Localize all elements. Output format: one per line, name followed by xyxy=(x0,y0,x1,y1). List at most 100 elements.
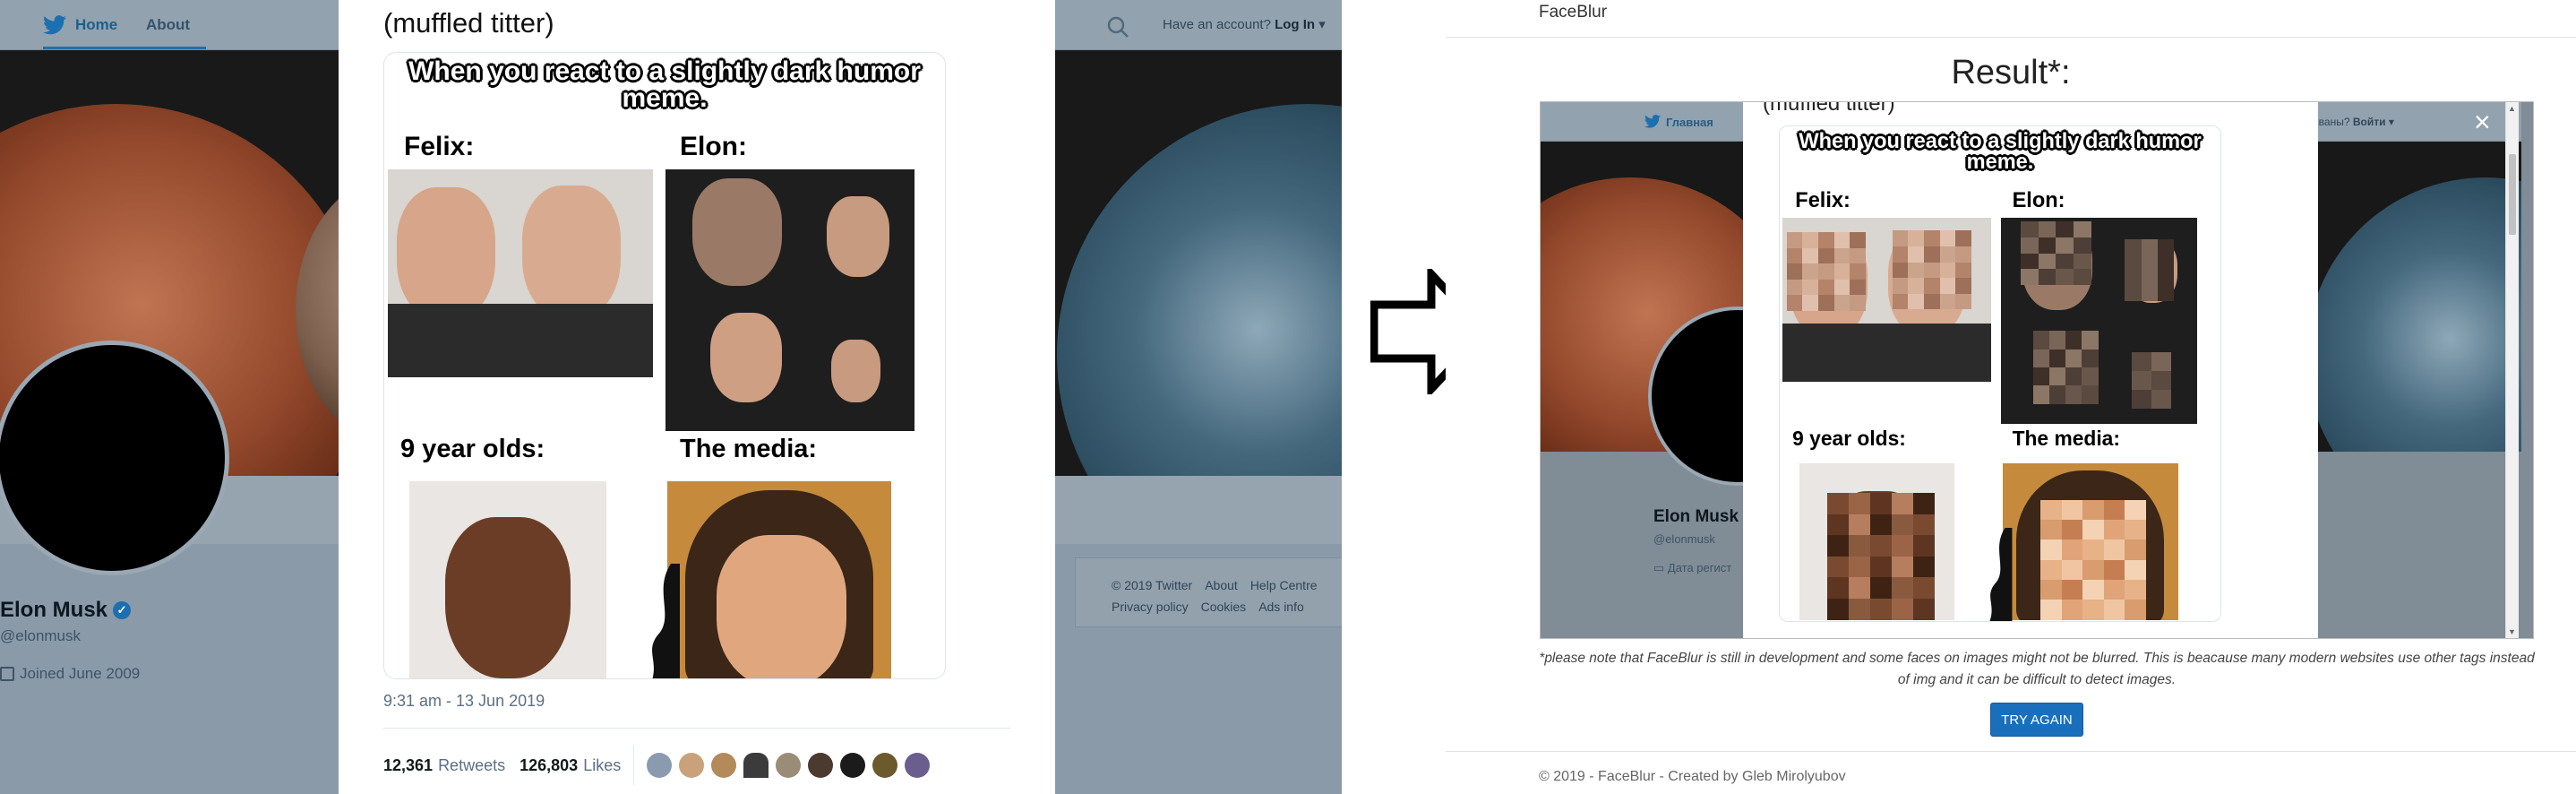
elon-photo xyxy=(665,169,914,431)
brand-link[interactable]: FaceBlur xyxy=(1539,3,1607,22)
felix-photo xyxy=(388,169,653,377)
avatar[interactable] xyxy=(647,753,673,778)
embedded-home: Главная xyxy=(1666,116,1713,129)
meme-label: The media: xyxy=(2012,427,2120,451)
blurred-meme-image: When you react to a slightly dark humor … xyxy=(1779,125,2221,622)
avatar[interactable] xyxy=(905,753,931,778)
avatar[interactable] xyxy=(808,753,834,778)
account-prefix: Have an account? xyxy=(1163,17,1271,32)
footer-divider xyxy=(1446,751,2576,752)
squiggle-icon xyxy=(652,564,680,678)
meme-label: The media: xyxy=(680,435,818,463)
avatar[interactable] xyxy=(711,753,737,778)
tweet-modal: (muffled titter) When you react to a sli… xyxy=(339,0,1055,794)
result-frame[interactable]: Главная ованы? Войти ▾ Elon Musk @elonmu… xyxy=(1540,101,2534,639)
scroll-up-icon[interactable]: ▲ xyxy=(2508,104,2516,113)
embedded-caption: (muffled titter) xyxy=(1763,101,1895,116)
embedded-account-suffix: ованы? xyxy=(2313,116,2350,128)
meme-title: When you react to a slightly dark humor … xyxy=(1799,128,2202,174)
faceblur-navbar: FaceBlur xyxy=(1446,0,2576,38)
embedded-account: ованы? Войти ▾ xyxy=(2313,116,2394,128)
avatar[interactable] xyxy=(679,753,705,778)
result-heading: Result*: xyxy=(1951,54,2071,91)
meme-label: 9 year olds: xyxy=(400,435,545,463)
face xyxy=(692,178,782,286)
blurred-face xyxy=(2040,499,2147,620)
chevron-down-icon: ▾ xyxy=(1318,17,1326,32)
joined-text: Joined June 2009 xyxy=(20,665,141,682)
profile-handle[interactable]: @elonmusk xyxy=(0,627,81,645)
face xyxy=(445,517,571,678)
embedded-login: Войти xyxy=(2352,116,2386,128)
meme-label: 9 year olds: xyxy=(1792,427,1906,451)
footer-row-2: Privacy policy Cookies Ads info xyxy=(1112,596,1342,617)
profile-name[interactable]: Elon Musk ✓ xyxy=(0,598,132,623)
tweet-caption: (muffled titter) xyxy=(383,7,554,39)
face xyxy=(831,340,880,402)
blurred-face xyxy=(2132,351,2171,409)
footer-link[interactable]: Help Centre xyxy=(1250,578,1318,592)
login-link[interactable]: Log In xyxy=(1275,17,1315,32)
profile-joined: Joined June 2009 xyxy=(0,665,140,683)
squiggle-icon xyxy=(1989,528,2013,621)
embedded-joined: ▭ Дата регист xyxy=(1653,561,1732,574)
face xyxy=(710,313,782,402)
kid-photo xyxy=(409,481,606,678)
calendar-icon xyxy=(0,667,14,681)
media-photo xyxy=(667,481,891,678)
embedded-modal: (muffled titter) When you react to a sli… xyxy=(1743,101,2318,638)
account-prompt: Have an account? Log In ▾ xyxy=(1163,16,1326,32)
face xyxy=(397,187,495,322)
scrollbar-thumb[interactable] xyxy=(2509,154,2516,235)
scrollbar[interactable]: ▲ ▼ xyxy=(2505,102,2519,638)
meme-label: Felix: xyxy=(1795,188,1850,212)
retweet-count[interactable]: 12,361 xyxy=(383,756,433,775)
meme-label: Elon: xyxy=(2012,188,2065,212)
footer-link[interactable]: About xyxy=(1205,578,1238,592)
earth-image xyxy=(1057,104,1342,476)
blurred-face xyxy=(2125,238,2175,302)
avatar[interactable] xyxy=(776,753,802,778)
meme-title: When you react to a slightly dark humor … xyxy=(408,56,921,113)
nav-about[interactable]: About xyxy=(146,16,190,34)
headphones xyxy=(388,304,653,377)
disclaimer-note: *please note that FaceBlur is still in d… xyxy=(1539,651,2535,687)
blurred-face xyxy=(1786,231,1866,312)
retweet-label: Retweets xyxy=(438,755,506,774)
twitter-footer: © 2019 Twitter About Help Centre Privacy p… xyxy=(1075,557,1342,627)
avatar[interactable] xyxy=(872,753,898,778)
blurred-face xyxy=(2033,331,2099,404)
meme-label: Felix: xyxy=(404,132,475,161)
tweet-stats: 12,361 Retweets 126,803 Likes xyxy=(383,746,937,785)
scroll-down-icon[interactable]: ▼ xyxy=(2508,627,2516,636)
footer-link[interactable]: Cookies xyxy=(1201,600,1247,614)
nav-home[interactable]: Home xyxy=(43,13,117,38)
divider xyxy=(383,728,1010,729)
twitter-bird-icon xyxy=(1644,115,1661,128)
stats-separator xyxy=(633,746,635,785)
blurred-face xyxy=(1892,230,1971,310)
face xyxy=(522,186,621,320)
avatar[interactable] xyxy=(743,753,769,778)
nav-home-label: Home xyxy=(75,16,118,33)
footer-link[interactable]: © 2019 Twitter xyxy=(1112,578,1192,592)
close-icon[interactable]: × xyxy=(2474,108,2491,136)
profile-name-text: Elon Musk xyxy=(0,598,108,622)
like-label: Likes xyxy=(583,755,622,774)
tweet-timestamp[interactable]: 9:31 am - 13 Jun 2019 xyxy=(383,692,545,711)
footer-link[interactable]: Ads info xyxy=(1258,600,1304,614)
nav-active-indicator xyxy=(43,47,206,49)
avatar[interactable] xyxy=(840,753,866,778)
blurred-face xyxy=(1827,493,1936,620)
embedded-name: Elon Musk xyxy=(1653,507,1739,526)
faceblur-app: FaceBlur Result*: Главная ованы? Войти ▾… xyxy=(1446,0,2576,794)
footer-link[interactable]: Privacy policy xyxy=(1112,600,1189,614)
faceblur-footer: © 2019 - FaceBlur - Created by Gleb Miro… xyxy=(1539,769,1846,784)
meme-image[interactable]: When you react to a slightly dark humor … xyxy=(383,52,946,679)
search-icon[interactable] xyxy=(1105,14,1130,39)
try-again-button[interactable]: TRY AGAIN xyxy=(1990,703,2083,737)
embedded-handle: @elonmusk xyxy=(1653,532,1715,546)
blurred-face xyxy=(2021,221,2091,285)
avatar[interactable] xyxy=(0,341,229,575)
like-count[interactable]: 126,803 xyxy=(519,756,578,775)
